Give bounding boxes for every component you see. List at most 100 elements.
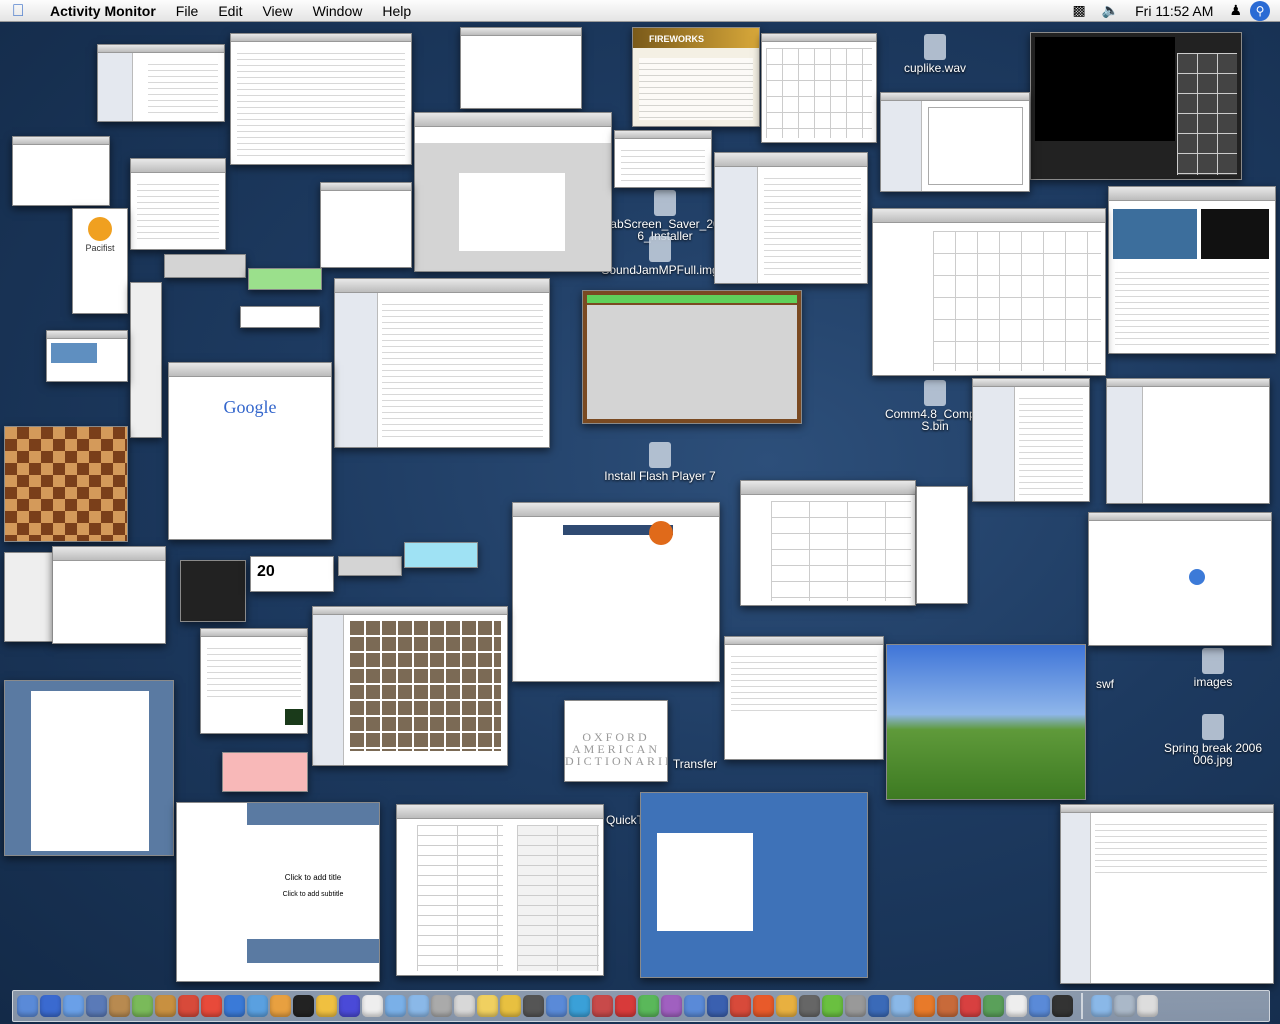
trash-icon[interactable] — [1137, 995, 1158, 1017]
window-alert[interactable] — [240, 306, 320, 328]
dashboard-icon[interactable] — [569, 995, 590, 1017]
window-firefox-start[interactable] — [512, 502, 720, 682]
window-character-palette[interactable] — [97, 44, 225, 122]
menu-clock[interactable]: Fri 11:52 AM — [1127, 3, 1221, 19]
applications-folder-icon[interactable] — [1091, 995, 1112, 1017]
window-mirror-dialog[interactable] — [52, 546, 166, 644]
garageband-icon[interactable] — [155, 995, 176, 1017]
text-app-icon[interactable] — [960, 995, 981, 1017]
purple-app-icon[interactable] — [661, 995, 682, 1017]
activity-monitor-icon[interactable] — [799, 995, 820, 1017]
window-pacifist[interactable]: Pacifist — [72, 208, 128, 314]
user-icon[interactable]: ♟ — [1221, 2, 1250, 19]
volume-icon[interactable]: 🔈 — [1094, 2, 1127, 19]
window-tool-palette[interactable] — [130, 282, 162, 438]
window-empty-panel[interactable] — [320, 182, 412, 268]
calendar-dock-icon[interactable] — [362, 995, 383, 1017]
window-dialog[interactable] — [614, 130, 712, 188]
menu-file[interactable]: File — [166, 3, 209, 19]
window-finder-list[interactable] — [230, 33, 412, 165]
desktop-icon-flash-installer[interactable]: Install Flash Player 7 — [595, 442, 725, 482]
document-icon[interactable] — [1006, 995, 1027, 1017]
utility-icon[interactable] — [845, 995, 866, 1017]
blue-app-icon[interactable] — [707, 995, 728, 1017]
window-transfer-dialog[interactable] — [724, 636, 884, 760]
window-remote-desktop[interactable] — [640, 792, 868, 978]
photoshop-icon[interactable] — [592, 995, 613, 1017]
iphoto-icon[interactable] — [247, 995, 268, 1017]
desktop-icon-soundjam[interactable]: SoundJamMPFull.img — [595, 236, 725, 276]
system-prefs-icon[interactable] — [454, 995, 475, 1017]
window-ical[interactable] — [740, 480, 916, 606]
documents-folder-icon[interactable] — [1114, 995, 1135, 1017]
window-sticky-green[interactable] — [248, 268, 322, 290]
menu-edit[interactable]: Edit — [208, 3, 252, 19]
window-picture-viewer[interactable] — [46, 330, 128, 382]
fetch-icon[interactable] — [937, 995, 958, 1017]
imovie-icon[interactable] — [339, 995, 360, 1017]
desktop-icon-screensaver[interactable]: abScreen_Saver_20 6_Installer — [600, 190, 730, 242]
menu-view[interactable]: View — [252, 3, 302, 19]
window-toolbar-strip[interactable] — [164, 254, 246, 278]
itunes-green-icon[interactable] — [822, 995, 843, 1017]
menu-window[interactable]: Window — [303, 3, 373, 19]
word-icon[interactable] — [684, 995, 705, 1017]
spinner-icon[interactable] — [1029, 995, 1050, 1017]
window-mini-controller[interactable] — [338, 556, 402, 576]
window-blank-document[interactable] — [460, 27, 582, 109]
desktop-icon-cuplike[interactable]: cuplike.wav — [870, 34, 1000, 74]
display-dock-icon[interactable] — [1052, 995, 1073, 1017]
window-system-preferences[interactable] — [761, 33, 877, 143]
safari-icon[interactable] — [40, 995, 61, 1017]
finder-icon[interactable] — [17, 995, 38, 1017]
ical-icon[interactable] — [201, 995, 222, 1017]
folder-dock-icon[interactable] — [500, 995, 521, 1017]
window-grapher[interactable] — [872, 208, 1106, 376]
transmit-icon[interactable] — [983, 995, 1004, 1017]
window-finder-columns[interactable] — [880, 92, 1030, 192]
window-safari-news[interactable] — [1108, 186, 1276, 354]
window-itunes-library[interactable] — [334, 278, 550, 448]
window-design-canvas[interactable] — [414, 112, 612, 272]
firefox-dock-icon[interactable] — [914, 995, 935, 1017]
window-keynote[interactable]: Click to add title Click to add subtitle — [176, 802, 380, 982]
window-activity-monitor-small[interactable] — [200, 628, 308, 734]
script-editor-icon[interactable] — [431, 995, 452, 1017]
window-video-editor[interactable] — [1030, 32, 1242, 180]
window-sticky-blue[interactable] — [404, 542, 478, 568]
itunes-icon[interactable] — [132, 995, 153, 1017]
window-mail-message[interactable] — [1060, 804, 1274, 984]
camera-icon[interactable] — [523, 995, 544, 1017]
apple-menu-icon[interactable]:  — [0, 1, 36, 21]
window-iphoto[interactable] — [312, 606, 508, 766]
window-safari-google[interactable]: Google — [168, 362, 332, 540]
console-icon[interactable] — [316, 995, 337, 1017]
window-chess[interactable] — [4, 426, 128, 542]
address-book-icon[interactable] — [109, 995, 130, 1017]
window-list-panel[interactable] — [130, 158, 226, 250]
flash-icon[interactable] — [730, 995, 751, 1017]
dreamweaver-icon[interactable] — [776, 995, 797, 1017]
window-text-editor[interactable] — [4, 680, 174, 856]
network-util-icon[interactable] — [891, 995, 912, 1017]
fireworks-dock-icon[interactable] — [753, 995, 774, 1017]
quicktime-icon[interactable] — [224, 995, 245, 1017]
window-acquisition[interactable] — [1088, 512, 1272, 646]
window-calendar-widget[interactable]: 20 — [250, 556, 334, 592]
preview-icon[interactable] — [385, 995, 406, 1017]
ichat-icon[interactable] — [63, 995, 84, 1017]
display-icon[interactable]: ▩ — [1064, 2, 1093, 19]
window-spreadsheet[interactable] — [396, 804, 604, 976]
green-app-icon[interactable] — [638, 995, 659, 1017]
network-icon[interactable] — [546, 995, 567, 1017]
window-preferences-list[interactable] — [4, 552, 54, 642]
window-dictionary[interactable]: OXFORD AMERICAN DICTIONARIES — [564, 700, 668, 782]
ftp-icon[interactable] — [868, 995, 889, 1017]
textedit-icon[interactable] — [408, 995, 429, 1017]
guitar-icon[interactable] — [178, 995, 199, 1017]
mail-icon[interactable] — [86, 995, 107, 1017]
window-small-document[interactable] — [12, 136, 110, 206]
acrobat-icon[interactable] — [615, 995, 636, 1017]
window-narrow-panel[interactable] — [916, 486, 968, 604]
stickies-icon[interactable] — [477, 995, 498, 1017]
